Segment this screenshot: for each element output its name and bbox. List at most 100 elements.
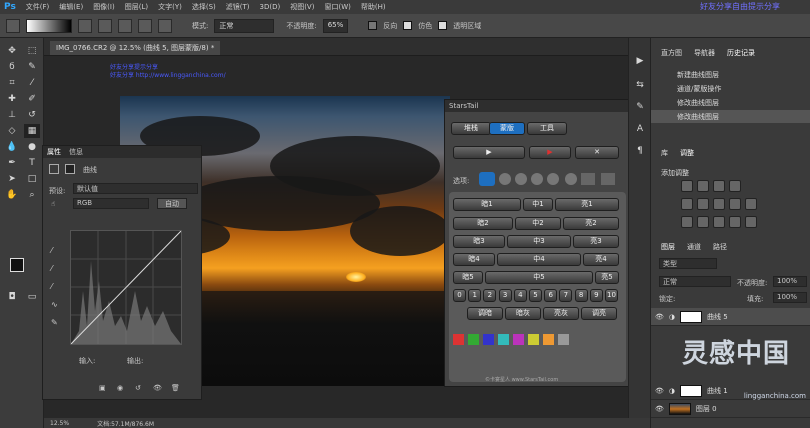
cyan-swatch[interactable]: [498, 334, 509, 345]
number-button[interactable]: 5: [529, 289, 542, 302]
menu-item[interactable]: 选择(S): [192, 2, 216, 12]
clone-stamp-icon[interactable]: ⊥: [4, 108, 20, 122]
zoom-tool-icon[interactable]: ⌕: [24, 188, 40, 202]
history-item[interactable]: 通道/蒙版操作: [651, 82, 810, 95]
reflected-gradient-button[interactable]: [138, 18, 152, 33]
number-button[interactable]: 8: [574, 289, 588, 302]
mid3-button[interactable]: 中3: [507, 235, 571, 248]
lasso-tool-icon[interactable]: ϭ: [4, 60, 20, 74]
tab-info[interactable]: 信息: [69, 147, 83, 157]
healing-brush-icon[interactable]: ✚: [4, 92, 20, 106]
pencil-icon[interactable]: ✎: [51, 318, 58, 327]
eyedropper-white-icon[interactable]: ⁄: [51, 282, 52, 291]
gray-swatch[interactable]: [558, 334, 569, 345]
reset-icon[interactable]: ↺: [135, 384, 141, 392]
mid2-button[interactable]: 中2: [515, 217, 561, 230]
pen-tool-icon[interactable]: ✒: [4, 156, 20, 170]
number-button[interactable]: 3: [498, 289, 512, 302]
darken-button[interactable]: 调暗: [467, 307, 503, 320]
angle-gradient-button[interactable]: [118, 18, 132, 33]
blur-tool-icon[interactable]: 💧: [4, 140, 20, 154]
quick-select-icon[interactable]: ✎: [24, 60, 40, 74]
play-action-icon[interactable]: ▶: [632, 54, 648, 68]
layer-thumb[interactable]: [668, 402, 691, 415]
quick-mask-icon[interactable]: ◘: [4, 290, 20, 304]
opacity-input[interactable]: 65%: [322, 18, 349, 33]
tab-layers[interactable]: 图层: [661, 242, 675, 252]
screen-mode-icon[interactable]: ▭: [24, 290, 40, 304]
black-white-icon[interactable]: [729, 198, 741, 210]
record-button[interactable]: ▶: [529, 146, 571, 159]
delete-icon[interactable]: 🗑: [171, 384, 180, 392]
history-item-active[interactable]: 修改曲线图层: [651, 110, 810, 123]
mid1-button[interactable]: 中1: [523, 198, 553, 211]
clip-to-layer-icon[interactable]: ▣: [99, 384, 106, 392]
play-button[interactable]: ▶: [453, 146, 525, 159]
crop-tool-icon[interactable]: ⌗: [4, 76, 20, 90]
mid5-button[interactable]: 中5: [485, 271, 593, 284]
menu-item[interactable]: 图层(L): [125, 2, 148, 12]
dark2-button[interactable]: 暗2: [453, 217, 513, 230]
character-icon[interactable]: A: [632, 122, 648, 136]
light2-button[interactable]: 亮2: [563, 217, 619, 230]
tab-channels[interactable]: 通道: [687, 242, 701, 252]
radial-gradient-button[interactable]: [98, 18, 112, 33]
tab-library[interactable]: 库: [661, 148, 668, 158]
layer-name[interactable]: 曲线 1: [707, 386, 728, 396]
layer-mask-thumb[interactable]: [680, 310, 702, 323]
number-button[interactable]: 4: [513, 289, 527, 302]
number-button[interactable]: 10: [605, 289, 618, 302]
dodge-tool-icon[interactable]: ●: [24, 140, 40, 154]
mask-icon[interactable]: [65, 164, 75, 174]
light3-button[interactable]: 亮3: [573, 235, 619, 248]
yellow-swatch[interactable]: [528, 334, 539, 345]
eyedropper-black-icon[interactable]: ⁄: [51, 246, 52, 255]
layer-kind-filter[interactable]: 类型: [659, 258, 717, 269]
diamond-gradient-button[interactable]: [158, 18, 172, 33]
paragraph-icon[interactable]: ¶: [632, 144, 648, 158]
selective-color-icon[interactable]: [745, 216, 757, 228]
channel-select[interactable]: RGB: [73, 198, 149, 209]
eye-icon[interactable]: 👁: [655, 405, 664, 413]
menu-item[interactable]: 帮助(H): [361, 2, 386, 12]
tab-paths[interactable]: 路径: [713, 242, 727, 252]
tab-stack[interactable]: 堆栈: [451, 122, 491, 135]
auto-button[interactable]: 自动: [157, 198, 187, 209]
stop-button[interactable]: ✕: [575, 146, 619, 159]
tab-mask[interactable]: 蒙版: [489, 122, 525, 135]
posterize-icon[interactable]: [697, 216, 709, 228]
layer-name[interactable]: 图层 0: [696, 404, 717, 414]
mid4-button[interactable]: 中4: [497, 253, 581, 266]
hand-adjust-icon[interactable]: ☝: [51, 200, 55, 208]
history-item[interactable]: 修改曲线图层: [651, 96, 810, 109]
eyedropper-gray-icon[interactable]: ⁄: [51, 264, 52, 273]
number-button[interactable]: 7: [559, 289, 573, 302]
history-icon[interactable]: ⇆: [632, 78, 648, 92]
tab-history[interactable]: 历史记录: [727, 48, 755, 58]
pin-option[interactable]: [601, 173, 615, 185]
number-button[interactable]: 1: [468, 289, 482, 302]
light5-button[interactable]: 亮5: [595, 271, 619, 284]
dark5-button[interactable]: 暗5: [453, 271, 483, 284]
select-option-active[interactable]: [479, 172, 495, 186]
tool-preset-button[interactable]: [6, 18, 20, 33]
tab-tools[interactable]: 工具: [527, 122, 567, 135]
move-tool-icon[interactable]: ✥: [4, 44, 20, 58]
gradient-picker[interactable]: [26, 18, 72, 33]
minimize-option[interactable]: [581, 173, 595, 185]
curve-point-icon[interactable]: ∿: [51, 300, 58, 309]
exposure-icon[interactable]: [729, 180, 741, 192]
brush-tool-icon[interactable]: ✐: [24, 92, 40, 106]
layer-name[interactable]: 曲线 5: [707, 312, 728, 322]
menu-item[interactable]: 文字(Y): [158, 2, 182, 12]
foreground-color-swatch[interactable]: [10, 258, 24, 272]
exclude-option[interactable]: [547, 173, 559, 185]
gradient-tool-icon[interactable]: ▦: [24, 124, 40, 138]
tab-histogram[interactable]: 直方图: [661, 48, 682, 58]
vibrance-icon[interactable]: [681, 198, 693, 210]
number-button[interactable]: 6: [544, 289, 558, 302]
layer-mask-thumb[interactable]: [680, 384, 702, 397]
curves-graph[interactable]: [70, 230, 182, 345]
menu-item[interactable]: 编辑(E): [59, 2, 83, 12]
eraser-icon[interactable]: ◇: [4, 124, 20, 138]
